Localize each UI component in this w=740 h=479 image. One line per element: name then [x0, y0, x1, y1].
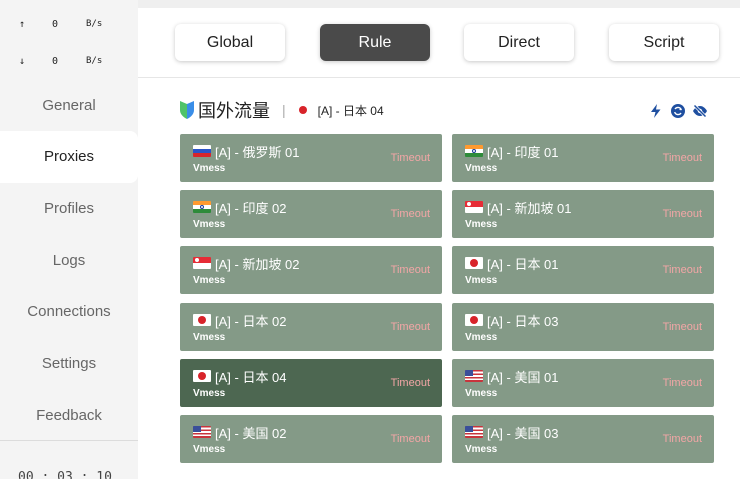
upload-unit: B/s [86, 19, 103, 29]
proxy-type: Vmess [193, 219, 226, 231]
proxy-latency-status[interactable]: Timeout [391, 264, 430, 276]
download-arrow-icon: ↓ [19, 56, 26, 67]
sidebar-item-connections[interactable]: Connections [0, 286, 138, 338]
download-value: 0 [52, 56, 59, 67]
proxy-type: Vmess [193, 331, 226, 343]
sidebar-item-feedback[interactable]: Feedback [0, 389, 138, 441]
in-flag-icon [465, 145, 483, 157]
mode-direct-button[interactable]: Direct [464, 24, 574, 61]
proxy-name: [A] - 印度 02 [215, 201, 287, 217]
traffic-panel: ↑ 0 B/s ↓ 0 B/s [0, 8, 138, 78]
proxy-name: [A] - 日本 01 [487, 257, 559, 273]
shield-icon [180, 101, 194, 119]
proxy-card[interactable]: [A] - 美国 01 Vmess Timeout [452, 358, 714, 407]
proxy-type: Vmess [193, 444, 226, 455]
proxy-name: [A] - 日本 03 [487, 313, 559, 329]
upload-arrow-icon: ↑ [19, 19, 26, 30]
proxy-card[interactable]: [A] - 印度 02 Vmess Timeout [180, 190, 442, 239]
proxy-name: [A] - 俄罗斯 01 [215, 145, 300, 160]
proxy-name: [A] - 美国 02 [215, 426, 287, 441]
proxy-latency-status[interactable]: Timeout [663, 433, 702, 445]
sg-flag-icon [193, 257, 211, 270]
sidebar-item-label: General [42, 96, 96, 114]
mode-bar: Global Rule Direct Script [138, 8, 740, 78]
sidebar-item-label: Proxies [43, 148, 95, 166]
sidebar-item-label: Logs [52, 251, 86, 269]
proxy-latency-status[interactable]: Timeout [391, 321, 430, 333]
proxy-latency-status[interactable]: Timeout [391, 377, 430, 389]
proxy-card[interactable]: [A] - 新加坡 01 Vmess Timeout [452, 190, 714, 239]
sidebar-item-proxies[interactable]: Proxies [0, 130, 138, 183]
sidebar-item-label: Feedback [36, 406, 102, 424]
proxy-latency-status[interactable]: Timeout [391, 208, 430, 220]
us-flag-icon [465, 426, 483, 438]
proxy-card[interactable]: [A] - 俄罗斯 01 Vmess Timeout [180, 134, 442, 182]
uptime-clock: 00 : 03 : 10 [18, 470, 112, 479]
proxy-card[interactable]: [A] - 日本 04 Vmess Timeout [180, 358, 442, 407]
proxy-name: [A] - 新加坡 02 [215, 257, 300, 273]
sidebar-item-general[interactable]: General [0, 79, 138, 131]
us-flag-icon [465, 369, 483, 382]
proxy-latency-status[interactable]: Timeout [663, 377, 702, 389]
proxy-latency-status[interactable]: Timeout [391, 433, 430, 445]
proxy-card[interactable]: [A] - 日本 03 Vmess Timeout [452, 302, 714, 351]
jp-flag-icon [465, 257, 483, 270]
proxy-type: Vmess [465, 275, 498, 287]
proxy-type: Vmess [465, 163, 498, 174]
group-actions [648, 102, 714, 120]
upload-value: 0 [52, 19, 59, 30]
proxy-type: Vmess [465, 444, 498, 455]
lightning-icon[interactable] [648, 103, 664, 119]
japan-flag-icon [293, 104, 312, 116]
sg-flag-icon [465, 201, 483, 214]
download-unit: B/s [86, 56, 103, 66]
sidebar-divider [0, 440, 138, 441]
proxy-name: [A] - 日本 04 [215, 369, 287, 385]
proxy-card[interactable]: [A] - 美国 03 Vmess Timeout [452, 415, 714, 463]
proxy-name: [A] - 美国 03 [487, 426, 559, 441]
proxy-card[interactable]: [A] - 美国 02 Vmess Timeout [180, 415, 442, 463]
proxy-card[interactable]: [A] - 日本 01 Vmess Timeout [452, 246, 714, 295]
proxy-type: Vmess [193, 163, 226, 174]
proxy-card[interactable]: [A] - 日本 02 Vmess Timeout [180, 302, 442, 351]
sidebar: ↑ 0 B/s ↓ 0 B/s General Proxies Profiles Lo… [0, 0, 138, 479]
selected-proxy-name: [A] - 日本 04 [317, 103, 384, 118]
us-flag-icon [193, 426, 211, 438]
proxy-name: [A] - 新加坡 01 [487, 201, 572, 217]
ru-flag-icon [193, 145, 211, 157]
proxy-card[interactable]: [A] - 印度 01 Vmess Timeout [452, 134, 714, 182]
mode-script-button[interactable]: Script [609, 24, 719, 61]
sidebar-item-settings[interactable]: Settings [0, 338, 138, 390]
mode-global-button[interactable]: Global [175, 24, 285, 61]
jp-flag-icon [193, 369, 211, 382]
eye-off-icon[interactable] [692, 103, 708, 119]
proxy-name: [A] - 日本 02 [215, 313, 287, 329]
proxy-latency-status[interactable]: Timeout [663, 321, 702, 333]
proxy-card[interactable]: [A] - 新加坡 02 Vmess Timeout [180, 246, 442, 295]
in-flag-icon [193, 201, 211, 214]
proxy-group-header[interactable]: 国外流量 | [A] - 日本 04 [178, 96, 384, 124]
jp-flag-icon [193, 313, 211, 326]
sidebar-item-label: Connections [27, 303, 111, 321]
jp-flag-icon [465, 313, 483, 326]
proxy-latency-status[interactable]: Timeout [663, 208, 702, 220]
proxy-name: [A] - 印度 01 [487, 145, 559, 160]
proxy-latency-status[interactable]: Timeout [663, 264, 702, 276]
mode-rule-button[interactable]: Rule [320, 24, 430, 61]
proxy-type: Vmess [465, 219, 498, 231]
sidebar-item-logs[interactable]: Logs [0, 234, 138, 286]
proxy-latency-status[interactable]: Timeout [391, 152, 430, 164]
proxy-name: [A] - 美国 01 [487, 369, 559, 385]
header-separator: | [282, 102, 286, 118]
proxy-type: Vmess [193, 275, 226, 287]
sidebar-item-label: Profiles [43, 199, 95, 217]
sidebar-item-profiles[interactable]: Profiles [0, 182, 138, 234]
proxy-type: Vmess [465, 387, 498, 399]
group-title: 国外流量 [198, 101, 270, 121]
proxy-type: Vmess [193, 387, 226, 399]
proxy-type: Vmess [465, 331, 498, 343]
proxy-latency-status[interactable]: Timeout [663, 152, 702, 164]
sidebar-item-label: Settings [41, 355, 97, 372]
speedtest-icon[interactable] [670, 103, 686, 119]
